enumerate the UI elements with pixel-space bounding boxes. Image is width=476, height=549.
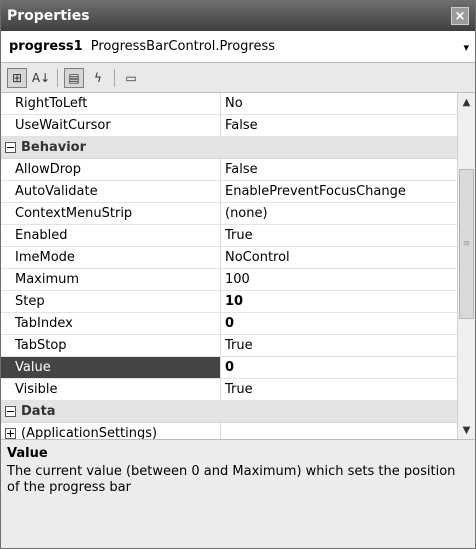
properties-window: Properties × progress1 ProgressBarContro… [0,0,476,549]
property-name[interactable]: TabIndex [1,313,221,334]
property-value[interactable]: False [221,159,457,180]
category-label: Data [21,404,56,419]
property-row[interactable]: TabStop True [1,335,457,357]
property-rows: RightToLeft No UseWaitCursor False Behavior A… [1,93,457,439]
chevron-down-icon[interactable]: ▾ [463,41,469,54]
title-bar: Properties × [1,1,475,31]
object-type: ProgressBarControl.Progress [90,39,276,54]
object-selector[interactable]: progress1 ProgressBarControl.Progress ▾ [1,31,475,63]
property-row[interactable]: AutoValidate EnablePreventFocusChange [1,181,457,203]
scrollbar-thumb[interactable]: ≡ [459,169,474,319]
property-row[interactable]: Step 10 [1,291,457,313]
collapse-icon[interactable] [5,406,16,417]
property-name-text: Enabled [15,228,68,243]
property-name-text: AllowDrop [15,162,81,177]
property-value[interactable]: 0 [221,313,457,334]
property-name-text: ContextMenuStrip [15,206,133,221]
property-value[interactable]: False [221,115,457,136]
property-name[interactable]: ContextMenuStrip [1,203,221,224]
window-title: Properties [7,8,90,24]
property-row[interactable]: Visible True [1,379,457,401]
property-row[interactable]: UseWaitCursor False [1,115,457,137]
property-value[interactable]: NoControl [221,247,457,268]
property-name-text: ImeMode [15,250,75,265]
category-row[interactable]: Behavior [1,137,457,159]
property-row[interactable]: ContextMenuStrip (none) [1,203,457,225]
property-pages-icon[interactable]: ▭ [121,68,141,88]
toolbar-separator [57,68,58,87]
description-panel: Value The current value (between 0 and M… [1,440,475,548]
category-row[interactable]: Data [1,401,457,423]
property-value[interactable]: EnablePreventFocusChange [221,181,457,202]
property-row[interactable]: (ApplicationSettings) [1,423,457,439]
property-row[interactable]: TabIndex 0 [1,313,457,335]
property-toolbar: ⊞ A↓ ▤ ϟ ▭ [1,63,475,93]
property-name-text: TabIndex [15,316,73,331]
property-name-text: (ApplicationSettings) [21,426,158,439]
property-name[interactable]: TabStop [1,335,221,356]
property-row[interactable]: AllowDrop False [1,159,457,181]
expand-icon[interactable] [5,428,16,439]
property-name[interactable]: Enabled [1,225,221,246]
property-value[interactable]: 0 [221,357,457,378]
property-name[interactable]: AutoValidate [1,181,221,202]
property-value[interactable]: 10 [221,291,457,312]
property-row[interactable]: Enabled True [1,225,457,247]
property-row[interactable]: Maximum 100 [1,269,457,291]
property-name-text: Value [15,360,51,375]
category-label: Behavior [21,140,87,155]
property-name[interactable]: UseWaitCursor [1,115,221,136]
property-value[interactable]: True [221,379,457,400]
property-name[interactable]: (ApplicationSettings) [1,423,221,439]
alphabetical-icon[interactable]: A↓ [31,68,51,88]
vertical-scrollbar[interactable]: ▲ ≡ ▼ [457,93,475,439]
description-text: The current value (between 0 and Maximum… [7,464,456,495]
scroll-down-icon[interactable]: ▼ [458,421,475,439]
property-value[interactable]: 100 [221,269,457,290]
events-icon[interactable]: ϟ [88,68,108,88]
property-name-text: AutoValidate [15,184,98,199]
property-name[interactable]: Maximum [1,269,221,290]
scroll-up-icon[interactable]: ▲ [458,93,475,111]
property-name[interactable]: Value [1,357,221,378]
property-value[interactable]: True [221,225,457,246]
property-name-text: TabStop [15,338,67,353]
property-name[interactable]: AllowDrop [1,159,221,180]
description-title: Value [7,446,48,461]
property-name-text: UseWaitCursor [15,118,111,133]
categorized-icon[interactable]: ⊞ [7,67,27,88]
collapse-icon[interactable] [5,142,16,153]
property-value[interactable]: True [221,335,457,356]
property-name-text: RightToLeft [15,96,88,111]
property-name-text: Step [15,294,45,309]
property-row[interactable]: RightToLeft No [1,93,457,115]
toolbar-separator [114,68,115,87]
property-grid: RightToLeft No UseWaitCursor False Behavior A… [1,93,475,440]
close-icon[interactable]: × [451,7,469,25]
property-row[interactable]: Value 0 [1,357,457,379]
property-name[interactable]: Visible [1,379,221,400]
property-name[interactable]: ImeMode [1,247,221,268]
property-name-text: Maximum [15,272,80,287]
property-name[interactable]: RightToLeft [1,93,221,114]
object-name: progress1 [9,39,83,54]
property-value[interactable] [221,423,457,439]
properties-icon[interactable]: ▤ [64,67,84,88]
property-value[interactable]: No [221,93,457,114]
property-value[interactable]: (none) [221,203,457,224]
property-name-text: Visible [15,382,58,397]
property-name[interactable]: Step [1,291,221,312]
property-row[interactable]: ImeMode NoControl [1,247,457,269]
